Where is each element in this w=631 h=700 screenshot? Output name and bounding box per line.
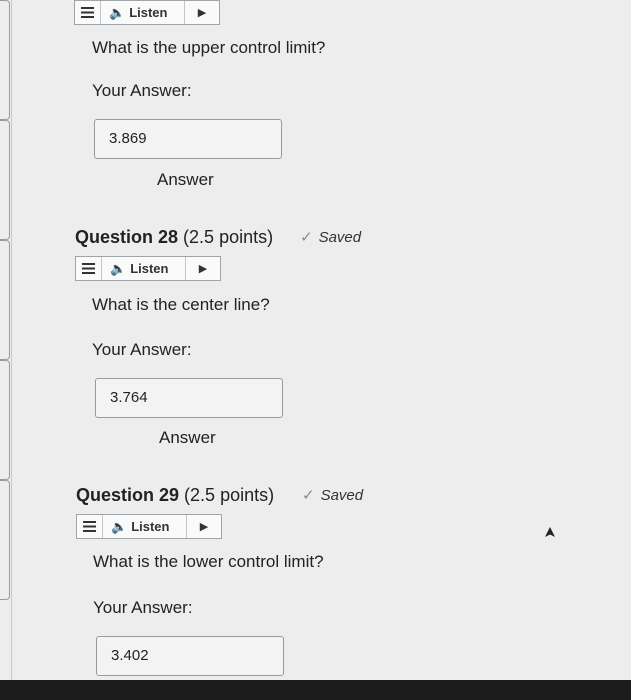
left-margin <box>0 0 12 680</box>
listen-button[interactable]: 🔈 Listen <box>103 515 187 538</box>
question-points: (2.5 points) <box>183 227 274 247</box>
play-icon: ▶ <box>199 521 209 533</box>
margin-notch <box>0 120 10 240</box>
saved-status: ✓ Saved <box>302 486 363 504</box>
question-header: Question 29 (2.5 points) <box>76 485 274 506</box>
menu-icon <box>83 521 96 532</box>
play-button[interactable]: ▶ <box>185 1 219 24</box>
your-answer-label: Your Answer: <box>92 340 192 359</box>
margin-notch <box>0 480 10 600</box>
speaker-icon: 🔈 <box>109 4 126 20</box>
question-text: What is the center line? <box>92 295 270 314</box>
bottom-bar <box>0 680 631 700</box>
saved-status: ✓ Saved <box>300 228 361 246</box>
question-points: (2.5 points) <box>184 485 275 505</box>
answer-field[interactable]: 3.402 <box>96 636 284 676</box>
speaker-icon: 🔈 <box>110 260 127 276</box>
menu-button[interactable] <box>75 1 101 24</box>
speaker-icon: 🔈 <box>111 518 128 534</box>
listen-button[interactable]: 🔈 Listen <box>102 257 186 280</box>
check-icon: ✓ <box>302 487 315 504</box>
listen-label: Listen <box>130 261 169 276</box>
margin-notch <box>0 0 10 120</box>
menu-button[interactable] <box>76 257 102 280</box>
question-text: What is the upper control limit? <box>92 38 326 57</box>
menu-icon <box>82 263 95 274</box>
listen-toolbar: 🔈 Listen ▶ <box>74 0 220 25</box>
saved-label: Saved <box>318 229 362 246</box>
question-number: Question 29 <box>76 485 180 505</box>
saved-label: Saved <box>320 487 364 504</box>
answer-field[interactable]: 3.764 <box>95 378 283 418</box>
check-icon: ✓ <box>300 229 313 246</box>
play-button[interactable]: ▶ <box>186 257 220 280</box>
answer-button[interactable]: Answer <box>157 170 214 190</box>
listen-label: Listen <box>129 5 168 20</box>
your-answer-label: Your Answer: <box>93 598 193 617</box>
question-header: Question 28 (2.5 points) <box>75 227 273 248</box>
margin-notch <box>0 360 10 480</box>
cursor-icon <box>545 527 555 537</box>
listen-toolbar: 🔈 Listen ▶ <box>75 256 221 281</box>
play-button[interactable]: ▶ <box>187 515 221 538</box>
play-icon: ▶ <box>198 263 208 275</box>
your-answer-label: Your Answer: <box>92 81 192 100</box>
question-number: Question 28 <box>75 227 179 247</box>
margin-notch <box>0 240 10 360</box>
answer-field[interactable]: 3.869 <box>94 119 282 159</box>
listen-label: Listen <box>131 519 170 534</box>
menu-icon <box>81 7 94 18</box>
menu-button[interactable] <box>77 515 103 538</box>
play-icon: ▶ <box>197 7 207 19</box>
question-text: What is the lower control limit? <box>93 552 324 571</box>
listen-button[interactable]: 🔈 Listen <box>101 1 185 24</box>
quiz-page: 🔈 Listen ▶ What is the upper control lim… <box>14 0 631 680</box>
answer-button[interactable]: Answer <box>159 428 216 448</box>
listen-toolbar: 🔈 Listen ▶ <box>76 514 222 539</box>
